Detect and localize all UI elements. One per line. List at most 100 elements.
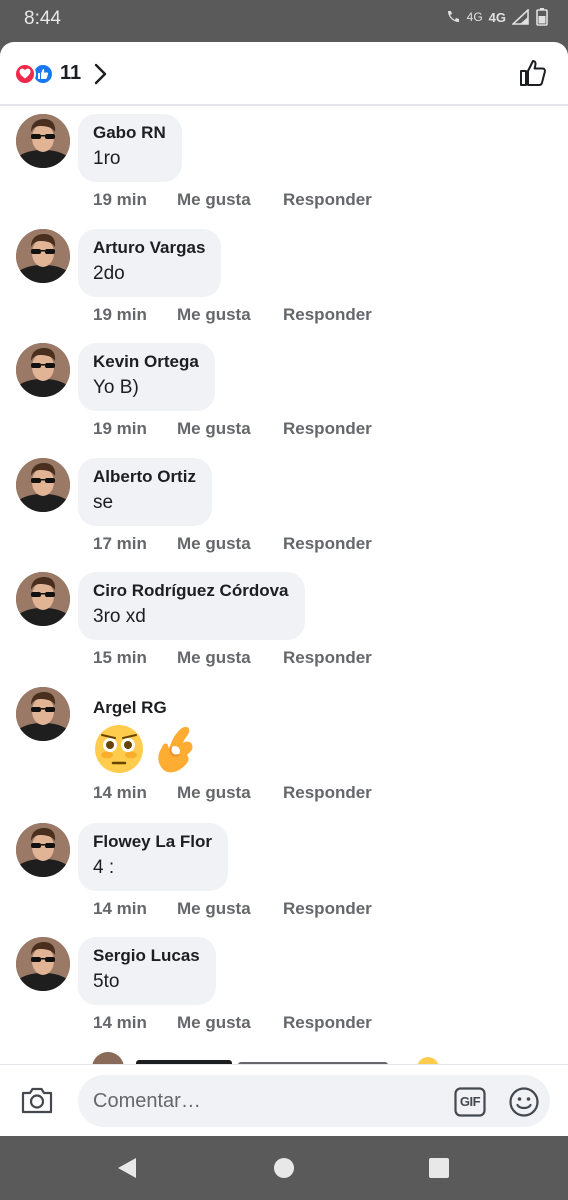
comment-timestamp: 19 min	[93, 419, 147, 438]
avatar[interactable]	[16, 458, 70, 512]
comment-timestamp: 14 min	[93, 783, 147, 802]
comment-author[interactable]: Alberto Ortiz	[93, 466, 196, 488]
comment-author[interactable]: Kevin Ortega	[93, 351, 199, 373]
reactions-summary[interactable]: 11	[14, 62, 107, 85]
comment-actions: 19 min Me gusta Responder	[93, 419, 372, 439]
like-comment-link[interactable]: Me gusta	[177, 419, 283, 439]
comment-actions: 14 min Me gusta Responder	[93, 783, 372, 803]
like-post-button[interactable]	[518, 58, 548, 93]
comment-timestamp: 14 min	[93, 899, 147, 918]
comment-actions: 14 min Me gusta Responder	[93, 1013, 372, 1033]
comment-text: Yo B)	[93, 377, 139, 398]
comment-text: se	[93, 492, 114, 513]
reply-link[interactable]: Responder	[283, 190, 372, 210]
emoji-button[interactable]	[508, 1086, 540, 1123]
comment-actions: 15 min Me gusta Responder	[93, 648, 372, 668]
comment-text: 3ro xd	[93, 606, 146, 627]
comment-bubble[interactable]: Alberto Ortiz se	[78, 458, 212, 526]
like-comment-link[interactable]: Me gusta	[177, 899, 283, 919]
gif-label: GIF	[459, 1094, 481, 1109]
comment-item: Ciro Rodríguez Córdova 3ro xd 15 min Me …	[0, 572, 568, 682]
comment-composer: GIF	[0, 1064, 568, 1136]
recents-icon[interactable]	[429, 1158, 449, 1178]
reply-link[interactable]: Responder	[283, 534, 372, 554]
comment-author[interactable]: Ciro Rodríguez Córdova	[93, 580, 289, 602]
comment-bubble[interactable]: Sergio Lucas 5to	[78, 937, 216, 1005]
status-bar: 8:44 4G 4G	[0, 0, 568, 38]
comment-author[interactable]: Argel RG	[93, 697, 167, 719]
comment-text: 1ro	[93, 148, 121, 169]
like-comment-link[interactable]: Me gusta	[177, 534, 283, 554]
avatar[interactable]	[16, 343, 70, 397]
reply-link[interactable]: Responder	[283, 305, 372, 325]
love-reaction-icon	[14, 62, 36, 85]
like-comment-link[interactable]: Me gusta	[177, 190, 283, 210]
comment-timestamp: 19 min	[93, 305, 147, 324]
reply-link[interactable]: Responder	[283, 1013, 372, 1033]
comment-item: Kevin Ortega Yo B) 19 min Me gusta Respo…	[0, 343, 568, 453]
comment-text: 2do	[93, 263, 125, 284]
comment-bubble[interactable]: Ciro Rodríguez Córdova 3ro xd	[78, 572, 305, 640]
camera-button[interactable]	[20, 1085, 54, 1120]
avatar[interactable]	[16, 229, 70, 283]
comment-author[interactable]: Arturo Vargas	[93, 237, 205, 259]
comment-item: Sergio Lucas 5to 14 min Me gusta Respond…	[0, 937, 568, 1047]
avatar[interactable]	[16, 687, 70, 741]
comment-actions: 19 min Me gusta Responder	[93, 190, 372, 210]
like-comment-link[interactable]: Me gusta	[177, 648, 283, 668]
reactions-header: 11	[0, 42, 568, 106]
reaction-count: 11	[60, 62, 82, 84]
smiley-icon	[509, 1087, 539, 1117]
comment-author[interactable]: Gabo RN	[93, 122, 166, 144]
comment-item: Flowey La Flor 4 : 14 min Me gusta Respo…	[0, 823, 568, 933]
like-comment-link[interactable]: Me gusta	[177, 1013, 283, 1033]
reply-link[interactable]: Responder	[283, 648, 372, 668]
camera-icon	[21, 1087, 53, 1114]
avatar[interactable]	[16, 937, 70, 991]
avatar[interactable]	[16, 572, 70, 626]
comment-emojis	[93, 723, 199, 775]
comment-author[interactable]: Sergio Lucas	[93, 945, 200, 967]
back-icon[interactable]	[116, 1156, 138, 1180]
comment-timestamp: 19 min	[93, 190, 147, 209]
comment-timestamp: 17 min	[93, 534, 147, 553]
like-comment-link[interactable]: Me gusta	[177, 783, 283, 803]
reply-link[interactable]: Responder	[283, 419, 372, 439]
comment-text: 5to	[93, 971, 120, 992]
comment-item: Argel RG 14 min Me gusta Responder	[0, 687, 568, 817]
comment-author[interactable]: Flowey La Flor	[93, 831, 212, 853]
battery-icon	[536, 8, 548, 26]
comment-timestamp: 14 min	[93, 1013, 147, 1032]
comment-item: Gabo RN 1ro 19 min Me gusta Responder	[0, 114, 568, 224]
home-icon[interactable]	[274, 1158, 294, 1178]
comment-bubble[interactable]: Kevin Ortega Yo B)	[78, 343, 215, 411]
gif-button[interactable]: GIF	[454, 1087, 486, 1122]
reply-link[interactable]: Responder	[283, 899, 372, 919]
ok-hand-icon	[158, 726, 193, 773]
chevron-right-icon	[94, 63, 107, 84]
comment-item: Alberto Ortiz se 17 min Me gusta Respond…	[0, 458, 568, 568]
thumbs-up-icon	[520, 60, 546, 86]
reply-link[interactable]: Responder	[283, 783, 372, 803]
comment-actions: 14 min Me gusta Responder	[93, 899, 372, 919]
comment-actions: 17 min Me gusta Responder	[93, 534, 372, 554]
avatar[interactable]	[16, 823, 70, 877]
network-type-2: 4G	[488, 9, 506, 25]
network-type-1: 4G	[466, 10, 483, 24]
comment-bubble[interactable]: Flowey La Flor 4 :	[78, 823, 229, 891]
comment-bubble[interactable]: Arturo Vargas 2do	[78, 229, 222, 297]
comment-actions: 19 min Me gusta Responder	[93, 305, 372, 325]
comment-timestamp: 15 min	[93, 648, 147, 667]
status-time: 8:44	[24, 8, 61, 29]
comment-bubble[interactable]: Gabo RN 1ro	[78, 114, 182, 182]
comment-text: 4 :	[93, 857, 115, 878]
avatar[interactable]	[16, 114, 70, 168]
comments-sheet: 11 Gabo RN 1ro 19 min Me gusta Responder…	[0, 42, 568, 1136]
call-icon	[447, 11, 459, 22]
like-comment-link[interactable]: Me gusta	[177, 305, 283, 325]
flushed-face-icon	[95, 725, 143, 773]
status-icons: 4G 4G	[445, 8, 548, 26]
signal-icon	[512, 9, 529, 25]
comment-item: Arturo Vargas 2do 19 min Me gusta Respon…	[0, 229, 568, 339]
system-navigation-bar	[0, 1136, 568, 1200]
